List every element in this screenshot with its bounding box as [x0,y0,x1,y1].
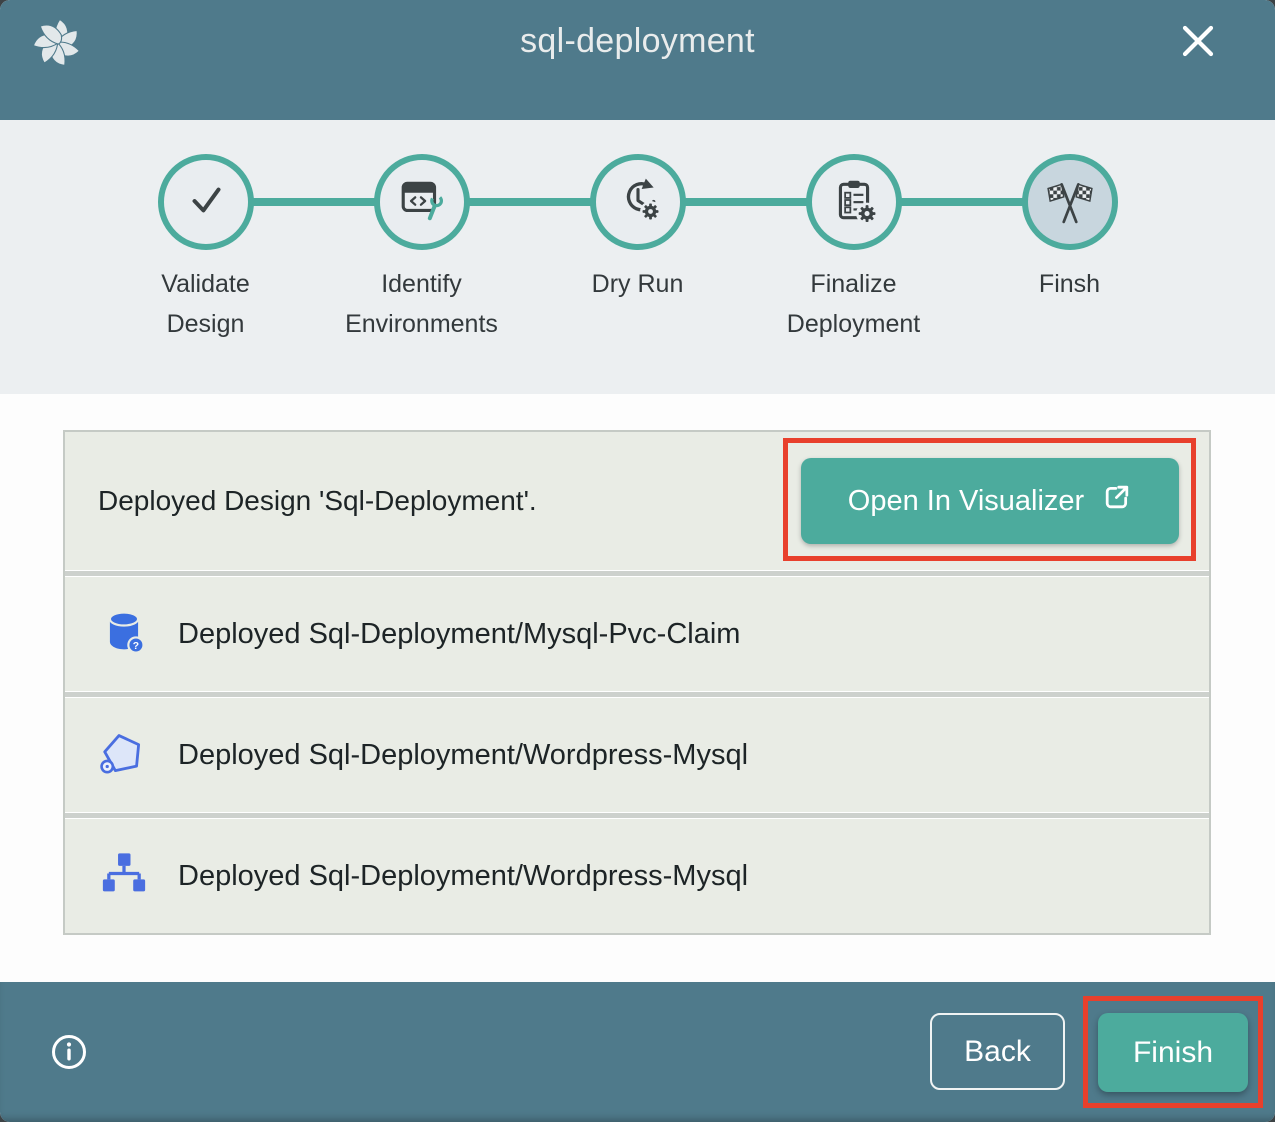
summary-message: Deployed Design 'Sql-Deployment'. [98,485,537,517]
dialog-header: sql-deployment [0,0,1275,120]
open-in-visualizer-button[interactable]: Open In Visualizer [801,458,1179,544]
wizard-stepper: Validate Design Identify Environment [0,120,1275,394]
deployment-wizard-dialog: sql-deployment Validate Design [0,0,1275,1122]
close-icon[interactable] [1179,22,1217,60]
step-label: Finsh [988,264,1152,304]
row-divider [65,570,1209,577]
step-circle-active [1022,154,1118,250]
step-validate-design[interactable]: Validate Design [98,120,314,344]
step-label: Identify Environments [340,264,504,344]
back-button[interactable]: Back [930,1013,1065,1090]
step-finalize-deployment[interactable]: Finalize Deployment [746,120,962,344]
step-identify-environments[interactable]: Identify Environments [314,120,530,344]
result-text: Deployed Sql-Deployment/Mysql-Pvc-Claim [178,618,740,651]
component-pentagon-icon [98,727,150,784]
deployment-results-list: Deployed Design 'Sql-Deployment'. Open I… [63,430,1211,935]
code-window-wrench-icon [398,176,446,229]
step-label: Dry Run [556,264,720,304]
step-circle [374,154,470,250]
open-in-visualizer-label: Open In Visualizer [848,485,1084,518]
row-divider [65,691,1209,698]
summary-row: Deployed Design 'Sql-Deployment'. Open I… [65,432,1209,570]
step-circle [590,154,686,250]
step-dry-run[interactable]: Dry Run [530,120,746,344]
dry-run-history-gear-icon [614,176,662,229]
checkered-flags-icon [1046,176,1094,229]
external-link-icon [1102,482,1132,520]
check-icon [182,176,230,229]
result-row-wordpress-mysql: Deployed Sql-Deployment/Wordpress-Mysql [65,698,1209,812]
results-panel: Deployed Design 'Sql-Deployment'. Open I… [0,394,1275,982]
result-row-pvc: ? Deployed Sql-Deployment/Mysql-Pvc-Clai… [65,577,1209,691]
deployment-hierarchy-icon [98,848,150,905]
step-finish[interactable]: Finsh [962,120,1178,344]
step-label: Validate Design [124,264,288,344]
database-icon: ? [98,606,150,663]
svg-text:?: ? [133,640,139,651]
dialog-title: sql-deployment [0,0,1275,61]
result-row-wordpress-mysql-2: Deployed Sql-Deployment/Wordpress-Mysql [65,819,1209,933]
dialog-footer: Back Finish [0,982,1275,1122]
finish-button[interactable]: Finish [1098,1013,1248,1092]
info-icon[interactable] [50,1033,88,1071]
result-text: Deployed Sql-Deployment/Wordpress-Mysql [178,860,748,893]
step-label: Finalize Deployment [772,264,936,344]
result-text: Deployed Sql-Deployment/Wordpress-Mysql [178,739,748,772]
clipboard-gear-icon [830,176,878,229]
step-circle [806,154,902,250]
row-divider [65,812,1209,819]
step-circle [158,154,254,250]
meshery-logo [28,14,86,72]
